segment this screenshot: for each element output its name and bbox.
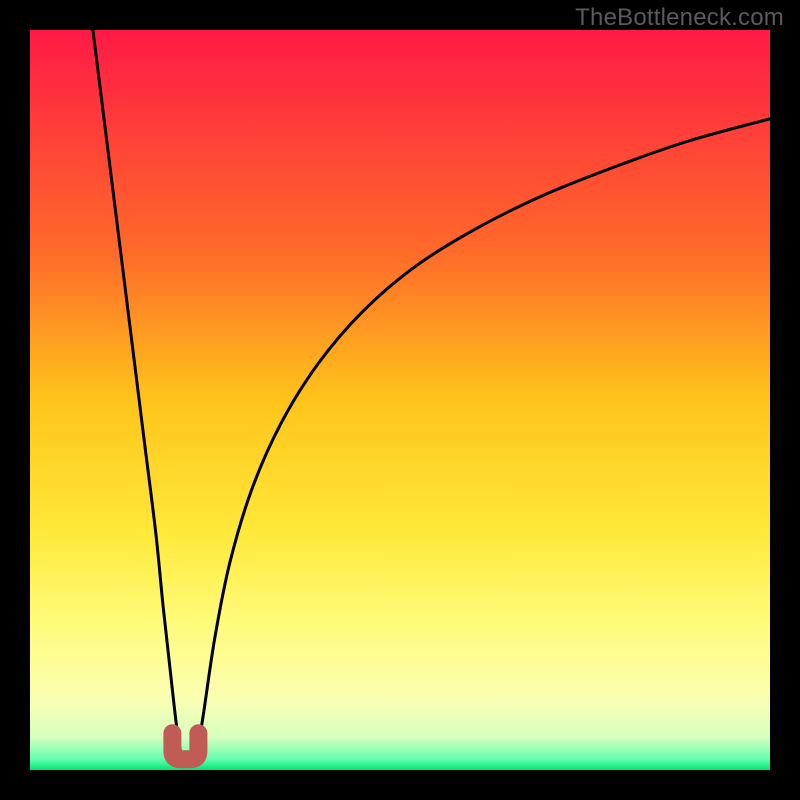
bottleneck-curve bbox=[30, 30, 770, 770]
curve-left-branch bbox=[93, 30, 182, 759]
watermark-text: TheBottleneck.com bbox=[575, 4, 784, 32]
optimal-min-marker bbox=[172, 733, 198, 759]
chart-frame: TheBottleneck.com bbox=[0, 0, 800, 800]
plot-area bbox=[30, 30, 770, 770]
curve-right-branch bbox=[197, 119, 771, 759]
